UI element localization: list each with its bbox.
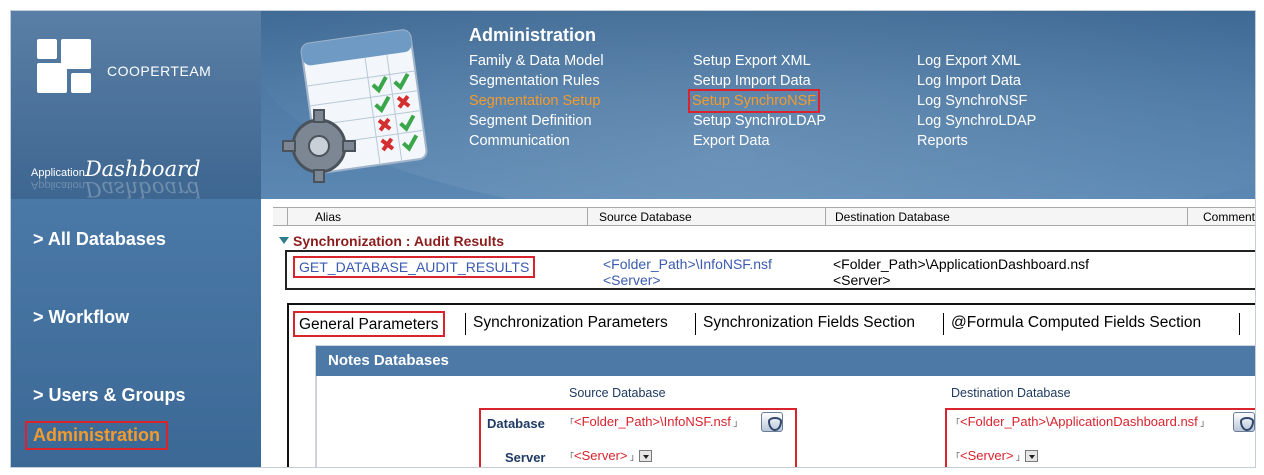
menu-log-synchronsf[interactable]: Log SynchroNSF xyxy=(917,91,1036,111)
source-database-field[interactable]: 「<Folder_Path>\InfoNSF.nsf 」 xyxy=(565,414,742,429)
expand-triangle-icon xyxy=(279,237,289,244)
tab-formula-computed-fields-section[interactable]: @Formula Computed Fields Section xyxy=(951,311,1201,337)
sidebar-item-administration[interactable]: Administration xyxy=(25,421,169,450)
menu-export-data[interactable]: Export Data xyxy=(693,131,826,151)
source-database-header: Source Database xyxy=(569,386,666,400)
menu-log-export-xml[interactable]: Log Export XML xyxy=(917,51,1036,71)
app-window: COOPERTEAM ApplicationDashboard Applicat… xyxy=(10,10,1256,468)
tab-synchronization-parameters[interactable]: Synchronization Parameters xyxy=(473,311,668,337)
destination-database-browse-button[interactable] xyxy=(1233,412,1255,432)
document-row[interactable]: GET_DATABASE_AUDIT_RESULTS <Folder_Path>… xyxy=(285,250,1255,290)
cooperteam-logo-icon xyxy=(37,39,92,94)
admin-menu-column-1: Family & Data Model Segmentation Rules S… xyxy=(469,51,604,151)
document-form: General Parameters Synchronization Param… xyxy=(287,303,1255,467)
sidebar-item-workflow[interactable]: > Workflow xyxy=(33,307,129,328)
row-source-server: <Server> xyxy=(603,272,661,288)
category-synchronization-audit[interactable]: Synchronization : Audit Results xyxy=(279,233,504,249)
column-comment[interactable]: Comment xyxy=(1203,210,1255,224)
source-database-browse-button[interactable] xyxy=(761,412,783,432)
row-source-path: <Folder_Path>\InfoNSF.nsf xyxy=(603,256,772,272)
sidebar-item-all-databases[interactable]: > All Databases xyxy=(33,229,166,250)
menu-setup-synchronsf[interactable]: Setup SynchroNSF xyxy=(687,89,821,113)
header: COOPERTEAM ApplicationDashboard Applicat… xyxy=(11,11,1255,199)
menu-log-import-data[interactable]: Log Import Data xyxy=(917,71,1036,91)
app-title-reflection: ApplicationDashboard xyxy=(31,177,201,199)
panel-body: Source Database Destination Database Dat… xyxy=(316,376,1255,467)
logo-text: COOPERTEAM xyxy=(107,63,212,79)
tab-general-parameters[interactable]: General Parameters xyxy=(293,311,445,337)
brand-area: COOPERTEAM ApplicationDashboard Applicat… xyxy=(11,11,261,199)
column-alias[interactable]: Alias xyxy=(315,210,341,224)
admin-menu-column-2: Setup Export XML Setup Import Data Setup… xyxy=(687,51,826,151)
source-server-field[interactable]: 「<Server> 」 xyxy=(565,448,653,463)
destination-database-header: Destination Database xyxy=(951,386,1071,400)
database-label: Database xyxy=(487,416,545,431)
destination-database-field[interactable]: 「<Folder_Path>\ApplicationDashboard.nsf … xyxy=(951,414,1209,429)
destination-server-field[interactable]: 「<Server> 」 xyxy=(951,448,1039,463)
menu-communication[interactable]: Communication xyxy=(469,131,604,151)
view-column-header: Alias Source Database Destination Databa… xyxy=(273,207,1255,226)
destination-server-dropdown-icon[interactable] xyxy=(1025,450,1039,462)
menu-setup-export-xml[interactable]: Setup Export XML xyxy=(693,51,826,71)
admin-menu-column-3: Log Export XML Log Import Data Log Synch… xyxy=(917,51,1036,151)
notes-databases-panel: Notes Databases Source Database Destinat… xyxy=(315,345,1255,467)
menu-segmentation-rules[interactable]: Segmentation Rules xyxy=(469,71,604,91)
column-source-database[interactable]: Source Database xyxy=(599,210,692,224)
server-label: Server xyxy=(505,450,546,465)
menu-log-synchroldap[interactable]: Log SynchroLDAP xyxy=(917,111,1036,131)
menu-setup-synchroldap[interactable]: Setup SynchroLDAP xyxy=(693,111,826,131)
sidebar: > All Databases > Workflow > Users & Gro… xyxy=(11,199,261,467)
menu-setup-import-data[interactable]: Setup Import Data xyxy=(693,71,826,91)
source-server-dropdown-icon[interactable] xyxy=(639,450,653,462)
menu-reports[interactable]: Reports xyxy=(917,131,1036,151)
column-destination-database[interactable]: Destination Database xyxy=(835,210,950,224)
content-area: Alias Source Database Destination Databa… xyxy=(261,199,1255,467)
row-alias[interactable]: GET_DATABASE_AUDIT_RESULTS xyxy=(293,256,536,278)
menu-segmentation-setup[interactable]: Segmentation Setup xyxy=(469,91,604,111)
row-destination-path: <Folder_Path>\ApplicationDashboard.nsf xyxy=(833,256,1090,272)
administration-checklist-icon xyxy=(282,29,428,183)
panel-title: Notes Databases xyxy=(316,346,1255,376)
row-destination-server: <Server> xyxy=(833,272,891,288)
menu-family-data-model[interactable]: Family & Data Model xyxy=(469,51,604,71)
sidebar-item-users-groups[interactable]: > Users & Groups xyxy=(33,385,186,406)
tab-synchronization-fields-section[interactable]: Synchronization Fields Section xyxy=(703,311,915,337)
menu-segment-definition[interactable]: Segment Definition xyxy=(469,111,604,131)
admin-menu-title: Administration xyxy=(469,25,597,45)
